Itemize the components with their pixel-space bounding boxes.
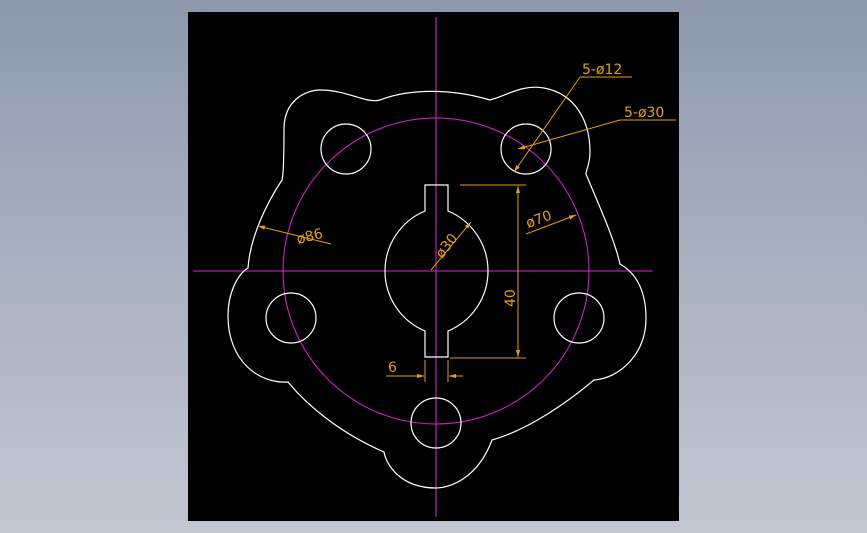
- dimension-holes-large: [517, 119, 676, 150]
- drawing-viewport[interactable]: 5-ø12 5-ø30 ø86 ø70 ø30 40 6: [188, 12, 679, 521]
- dimension-keyway-width: [386, 360, 463, 382]
- bolt-hole: [320, 123, 372, 175]
- outer-profile: [227, 86, 647, 489]
- label-outer-diameter: ø70: [524, 208, 554, 232]
- label-keyway-width: 6: [388, 360, 397, 376]
- label-keyway-depth: 40: [503, 289, 519, 307]
- bolt-hole: [500, 123, 552, 175]
- cad-drawing: 5-ø12 5-ø30 ø86 ø70 ø30 40 6: [193, 17, 676, 517]
- label-bore: ø30: [433, 231, 462, 262]
- label-holes-large: 5-ø30: [624, 105, 664, 121]
- label-bolt-circle: ø86: [295, 226, 325, 248]
- bolt-hole: [265, 292, 317, 344]
- label-holes-small: 5-ø12: [582, 62, 622, 78]
- bolt-hole: [553, 292, 605, 344]
